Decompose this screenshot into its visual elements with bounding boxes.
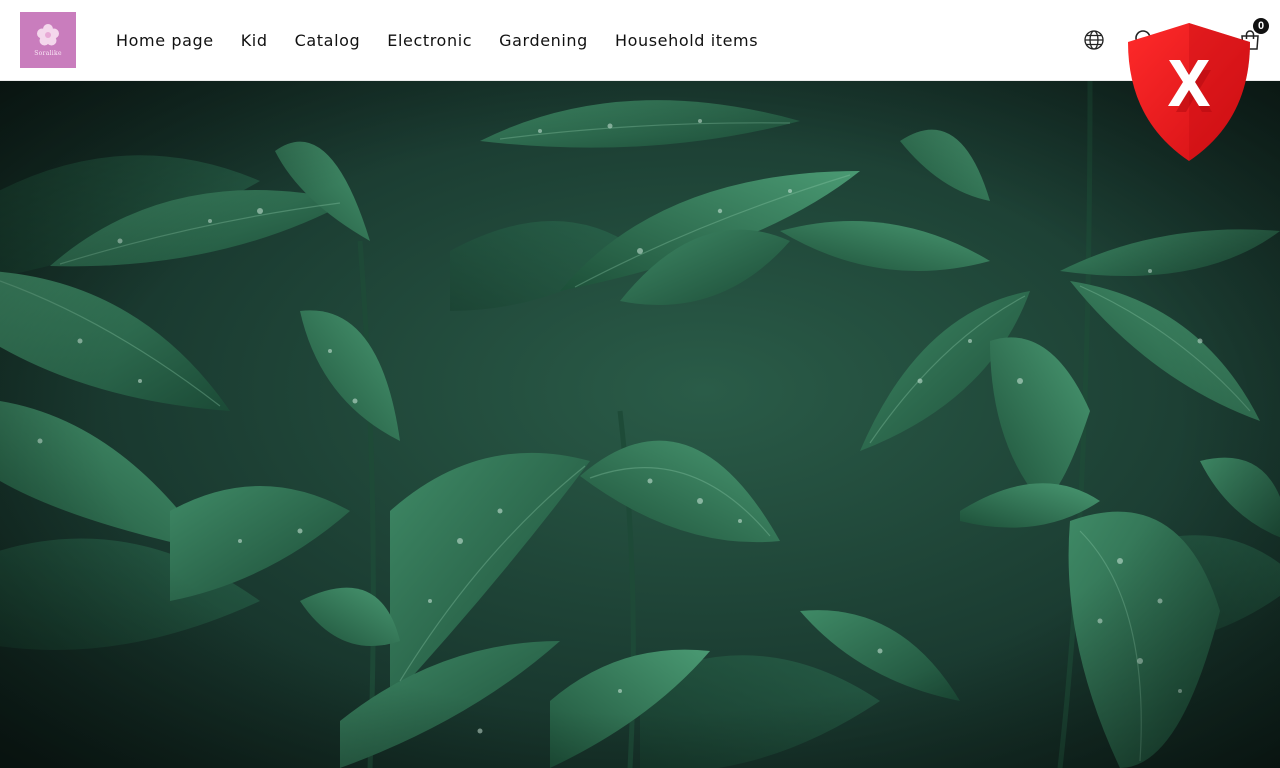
nav-item-electronic[interactable]: Electronic <box>387 31 472 50</box>
flower-logo-icon <box>37 24 59 46</box>
hero-banner-image <box>0 81 1280 768</box>
nav-item-household-items[interactable]: Household items <box>615 31 758 50</box>
nav-item-home-page[interactable]: Home page <box>116 31 214 50</box>
red-shield-x-icon[interactable] <box>1124 20 1254 164</box>
globe-icon[interactable] <box>1082 28 1106 52</box>
nav-item-catalog[interactable]: Catalog <box>295 31 361 50</box>
cart-count-badge: 0 <box>1253 18 1269 34</box>
logo-text: Soralike <box>34 50 62 57</box>
main-nav: Home page Kid Catalog Electronic Gardeni… <box>116 0 785 80</box>
nav-item-gardening[interactable]: Gardening <box>499 31 588 50</box>
nav-item-kid[interactable]: Kid <box>241 31 268 50</box>
leaves-background <box>0 81 1280 768</box>
site-header: Soralike Home page Kid Catalog Electroni… <box>0 0 1280 81</box>
site-logo[interactable]: Soralike <box>20 12 76 68</box>
